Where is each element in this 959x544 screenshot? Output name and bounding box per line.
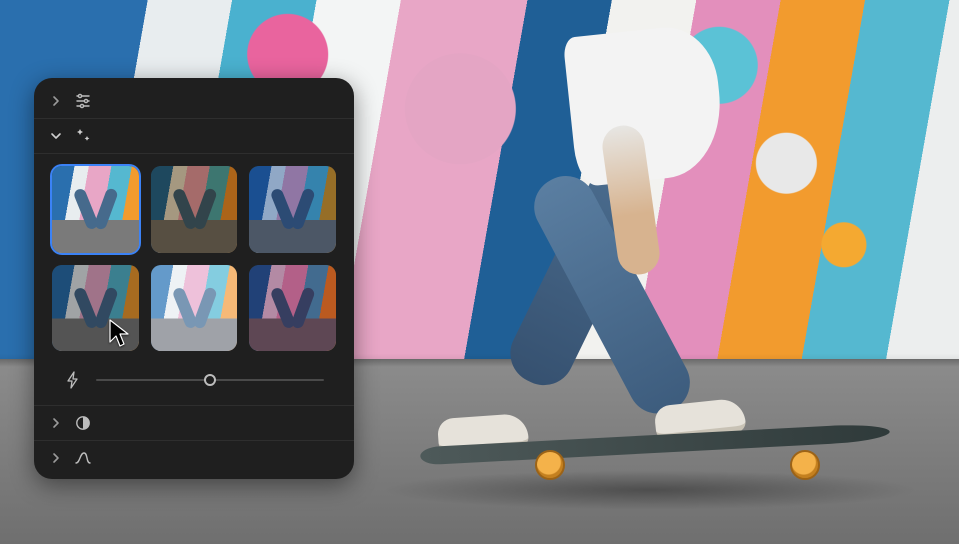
contrast-icon (74, 414, 92, 432)
preset-1[interactable] (52, 166, 139, 253)
chevron-right-icon (50, 452, 62, 464)
preset-6[interactable] (249, 265, 336, 352)
intensity-slider[interactable] (48, 361, 340, 401)
section-presets-header[interactable] (34, 118, 354, 153)
chevron-right-icon (50, 95, 62, 107)
preset-3[interactable] (249, 166, 336, 253)
preset-4[interactable] (52, 265, 139, 352)
preset-2[interactable] (151, 166, 238, 253)
curve-icon (74, 449, 92, 467)
section-contrast-header[interactable] (34, 405, 354, 440)
section-presets-body (34, 153, 354, 405)
sliders-icon (74, 92, 92, 110)
slider-handle[interactable] (204, 374, 216, 386)
preset-5[interactable] (151, 265, 238, 352)
section-curves-header[interactable] (34, 440, 354, 475)
edit-panel (34, 78, 354, 479)
skateboarder (430, 30, 770, 500)
bolt-icon (64, 371, 82, 389)
sparkle-icon (74, 127, 92, 145)
section-adjust-header[interactable] (34, 84, 354, 118)
preset-grid (48, 162, 340, 361)
chevron-right-icon (50, 417, 62, 429)
chevron-down-icon (50, 130, 62, 142)
slider-track[interactable] (96, 379, 324, 381)
